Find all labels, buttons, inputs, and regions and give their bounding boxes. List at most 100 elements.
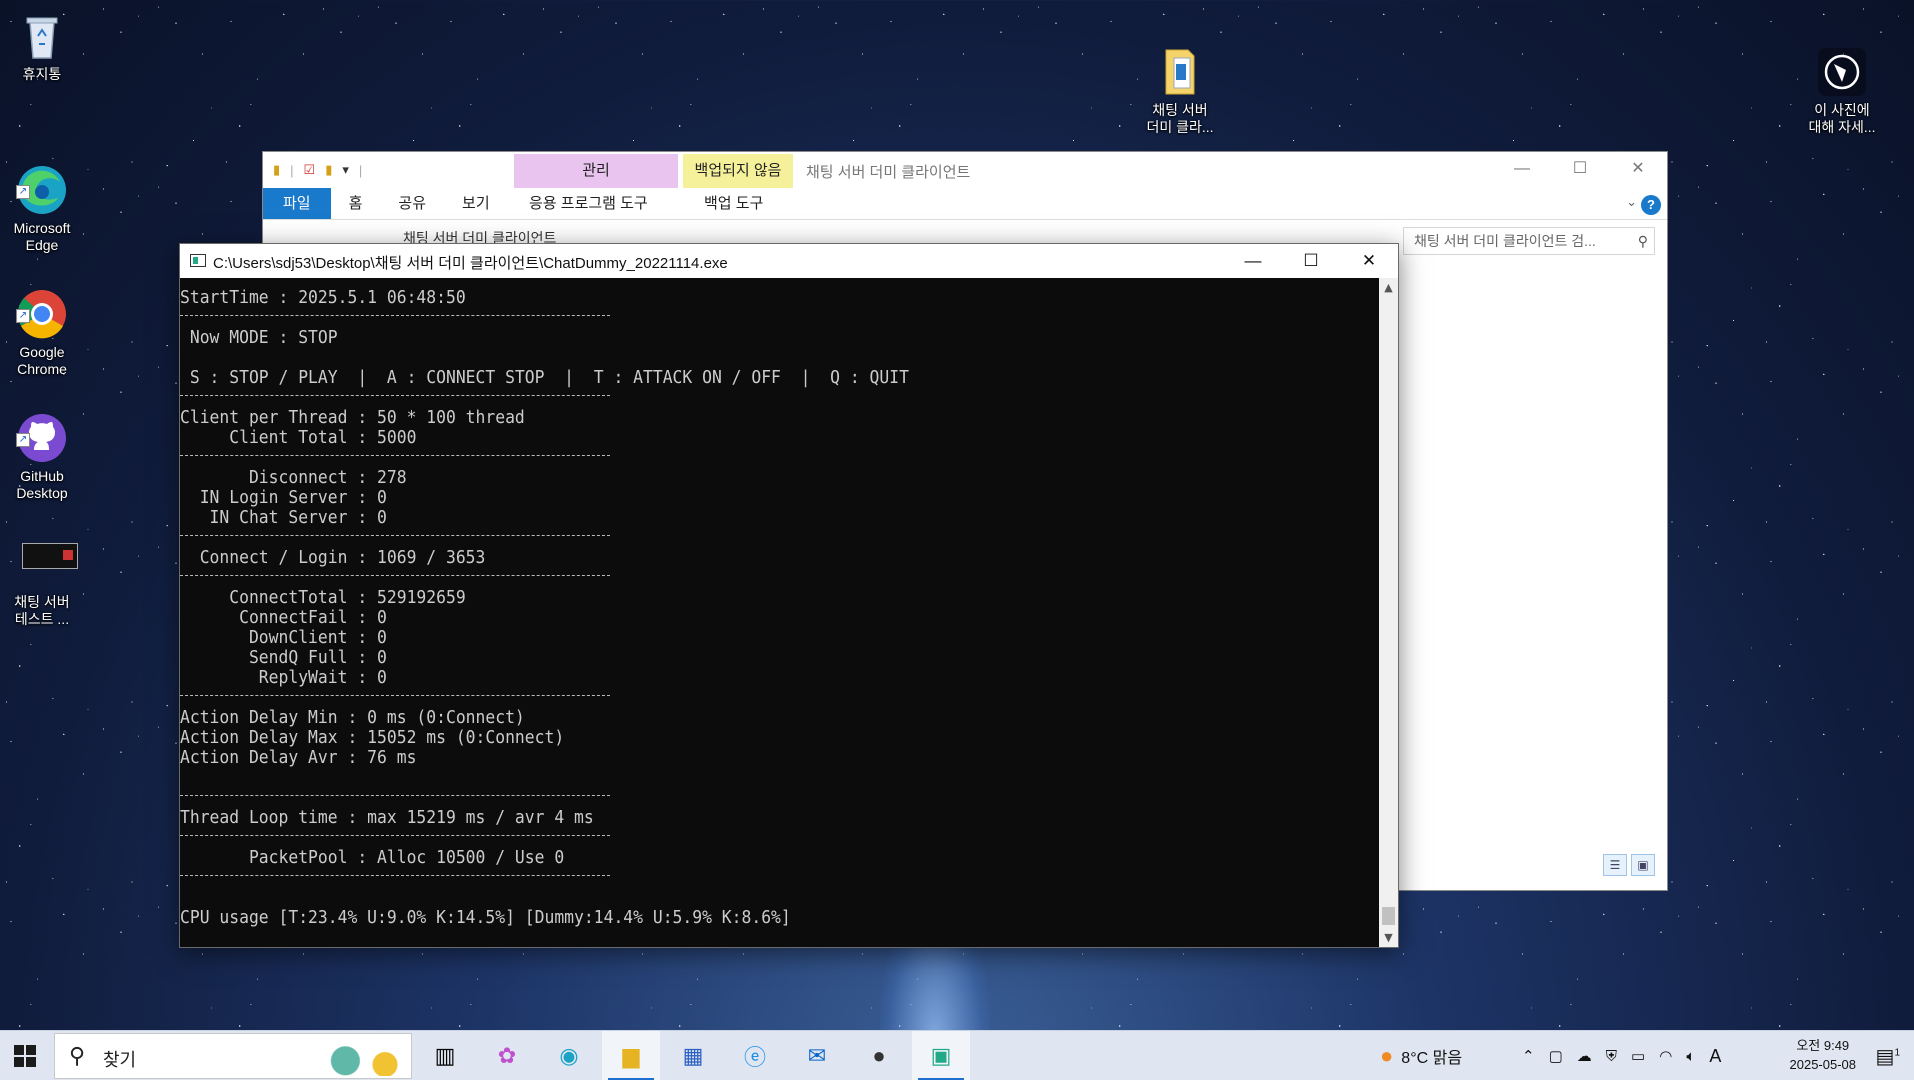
- console-line: CPU usage [T:23.4% U:9.0% K:14.5%] [Dumm…: [180, 908, 791, 928]
- console-app-icon: [190, 254, 206, 267]
- desktop-icon-dummy-client-folder[interactable]: 채팅 서버 더미 클라...: [1138, 10, 1222, 153]
- desktop-icon-label: Google Chrome: [17, 344, 67, 377]
- console-separator: [180, 528, 1379, 548]
- console-line: Action Delay Avr : 76 ms: [180, 748, 417, 768]
- onedrive-icon[interactable]: ☁: [1577, 1047, 1592, 1065]
- desktop-icon-label: GitHub Desktop: [16, 468, 68, 501]
- context-tab-backup[interactable]: 백업되지 않음: [683, 154, 793, 188]
- console-line: Connect / Login : 1069 / 3653: [180, 548, 486, 568]
- quick-access-toolbar: ▮ | ☑ ▮ ▾ |: [273, 162, 363, 178]
- ribbon-expand-icon[interactable]: ⌄: [1626, 194, 1637, 210]
- tab-file[interactable]: 파일: [263, 188, 331, 219]
- explorer-title: 채팅 서버 더미 클라이언트: [806, 164, 971, 181]
- scroll-thumb[interactable]: [1382, 907, 1395, 925]
- tab-home[interactable]: 홈: [331, 188, 381, 219]
- obs-icon[interactable]: ●: [850, 1031, 908, 1080]
- desktop-icon-github-desktop[interactable]: ↗ GitHub Desktop: [0, 376, 84, 519]
- desktop-icon-recycle-bin[interactable]: 휴지통: [0, 8, 84, 83]
- console-line: S : STOP / PLAY | A : CONNECT STOP | T :…: [180, 368, 909, 388]
- minimize-button[interactable]: —: [1224, 244, 1282, 278]
- volume-icon[interactable]: 🔈︎: [1686, 1048, 1695, 1065]
- console-line: SendQ Full : 0: [180, 648, 387, 668]
- console-separator: [180, 828, 1379, 848]
- console-line: IN Chat Server : 0: [180, 508, 387, 528]
- edge-taskbar-icon[interactable]: ◉: [540, 1031, 598, 1080]
- internet-explorer-icon[interactable]: ⓔ: [726, 1031, 784, 1080]
- console-line: Thread Loop time : max 15219 ms / avr 4 …: [180, 808, 594, 828]
- chevron-up-icon[interactable]: ⌃: [1522, 1047, 1535, 1065]
- weather-text: 8°C 맑음: [1401, 1050, 1463, 1067]
- help-icon[interactable]: ?: [1641, 195, 1661, 215]
- notification-icon[interactable]: ▤1: [1876, 1044, 1900, 1069]
- close-button[interactable]: ✕: [1340, 244, 1398, 278]
- console-window[interactable]: C:\Users\sdj53\Desktop\채팅 서버 더미 클라이언트\Ch…: [179, 243, 1399, 948]
- shortcut-arrow-icon: ↗: [16, 433, 30, 447]
- clock-date: 2025-05-08: [1789, 1057, 1857, 1072]
- spotlight-learn-more[interactable]: 이 사진에 대해 자세...: [1800, 10, 1884, 153]
- console-separator: [180, 308, 1379, 328]
- security-icon[interactable]: ⛨: [1606, 1048, 1617, 1065]
- properties-icon[interactable]: ☑: [304, 162, 316, 178]
- search-highlight-icon: [319, 1038, 407, 1076]
- console-separator: [180, 868, 1379, 888]
- clock[interactable]: 오전 9:49 2025-05-08: [1790, 1036, 1857, 1074]
- scroll-up-icon[interactable]: ▲: [1379, 278, 1398, 297]
- new-folder-icon[interactable]: ▮: [325, 162, 332, 178]
- tab-app-tools[interactable]: 응용 프로그램 도구: [529, 188, 648, 220]
- maximize-button[interactable]: ☐: [1551, 152, 1609, 186]
- console-separator: [180, 388, 1379, 408]
- search-placeholder: 채팅 서버 더미 클라이언트 검...: [1414, 233, 1596, 249]
- folder-icon: [1152, 27, 1208, 95]
- minimize-button[interactable]: —: [1493, 152, 1551, 186]
- console-line: Disconnect : 278: [180, 468, 407, 488]
- wifi-icon[interactable]: ◠: [1659, 1047, 1672, 1065]
- ribbon-tabs: 파일 홈 공유 보기 응용 프로그램 도구 백업 도구 ⌄ ?: [263, 188, 1667, 220]
- tab-view[interactable]: 보기: [444, 188, 508, 219]
- tab-backup-tools[interactable]: 백업 도구: [704, 188, 763, 220]
- system-tray: ⌃ ▢ ☁ ⛨ ▭ ◠ 🔈︎ A: [1522, 1031, 1721, 1080]
- console-line: Client Total : 5000: [180, 428, 417, 448]
- battery-icon[interactable]: ▭: [1631, 1047, 1645, 1065]
- camera-icon[interactable]: ▢: [1549, 1047, 1563, 1065]
- context-tab-manage[interactable]: 관리: [514, 154, 678, 188]
- console-scrollbar[interactable]: ▲ ▼: [1379, 278, 1398, 947]
- sun-icon: ●: [1380, 1043, 1394, 1068]
- console-output: StartTime : 2025.5.1 06:48:50 Now MODE :…: [180, 278, 1379, 947]
- store-icon[interactable]: ▦: [664, 1031, 722, 1080]
- console-line: Client per Thread : 50 * 100 thread: [180, 408, 525, 428]
- console-separator: [180, 688, 1379, 708]
- console-title: C:\Users\sdj53\Desktop\채팅 서버 더미 클라이언트\Ch…: [213, 255, 728, 272]
- scroll-down-icon[interactable]: ▼: [1379, 928, 1398, 947]
- desktop-icon-chat-server-test[interactable]: 채팅 서버 테스트 ...: [0, 518, 84, 645]
- desktop-icon-label: Microsoft Edge: [13, 220, 71, 253]
- explorer-titlebar[interactable]: ▮ | ☑ ▮ ▾ | 관리 백업되지 않음 채팅 서버 더미 클라이언트 — …: [263, 152, 1667, 188]
- customize-dropdown-icon[interactable]: ▾: [342, 162, 349, 178]
- search-icon: ⚲: [69, 1043, 86, 1068]
- console-titlebar[interactable]: C:\Users\sdj53\Desktop\채팅 서버 더미 클라이언트\Ch…: [180, 244, 1398, 278]
- info-camera-icon: [1814, 27, 1870, 96]
- task-view-icon[interactable]: ▥: [416, 1031, 474, 1080]
- console-line: Action Delay Min : 0 ms (0:Connect): [180, 708, 525, 728]
- large-icons-view-icon[interactable]: ▣: [1631, 854, 1655, 876]
- file-explorer-taskbar-icon[interactable]: ▆: [602, 1031, 660, 1080]
- taskbar: ⚲ 찾기 ▥ ✿ ◉ ▆ ▦ ⓔ ✉ ● ▣ ● 8°C 맑음 ⌃ ▢ ☁ ⛨ …: [0, 1030, 1914, 1080]
- folder-small-icon[interactable]: ▮: [273, 162, 280, 178]
- start-button[interactable]: [0, 1031, 50, 1080]
- outlook-icon[interactable]: ✉: [788, 1031, 846, 1080]
- taskbar-search[interactable]: ⚲ 찾기: [54, 1033, 412, 1079]
- search-input[interactable]: 채팅 서버 더미 클라이언트 검... ⚲: [1403, 227, 1655, 255]
- copilot-icon[interactable]: ✿: [478, 1031, 536, 1080]
- weather-widget[interactable]: ● 8°C 맑음: [1380, 1031, 1462, 1080]
- console-separator: [180, 788, 1379, 808]
- maximize-button[interactable]: ☐: [1282, 244, 1340, 278]
- tab-share[interactable]: 공유: [380, 188, 444, 219]
- desktop-icon-chrome[interactable]: ↗ Google Chrome: [0, 252, 84, 395]
- console-taskbar-icon[interactable]: ▣: [912, 1031, 970, 1080]
- details-view-icon[interactable]: ☰: [1603, 854, 1627, 876]
- close-button[interactable]: ✕: [1609, 152, 1667, 186]
- ime-indicator[interactable]: A: [1709, 1046, 1721, 1067]
- spotlight-label: 이 사진에 대해 자세...: [1808, 102, 1876, 135]
- desktop-icon-edge[interactable]: ↗ Microsoft Edge: [0, 128, 84, 271]
